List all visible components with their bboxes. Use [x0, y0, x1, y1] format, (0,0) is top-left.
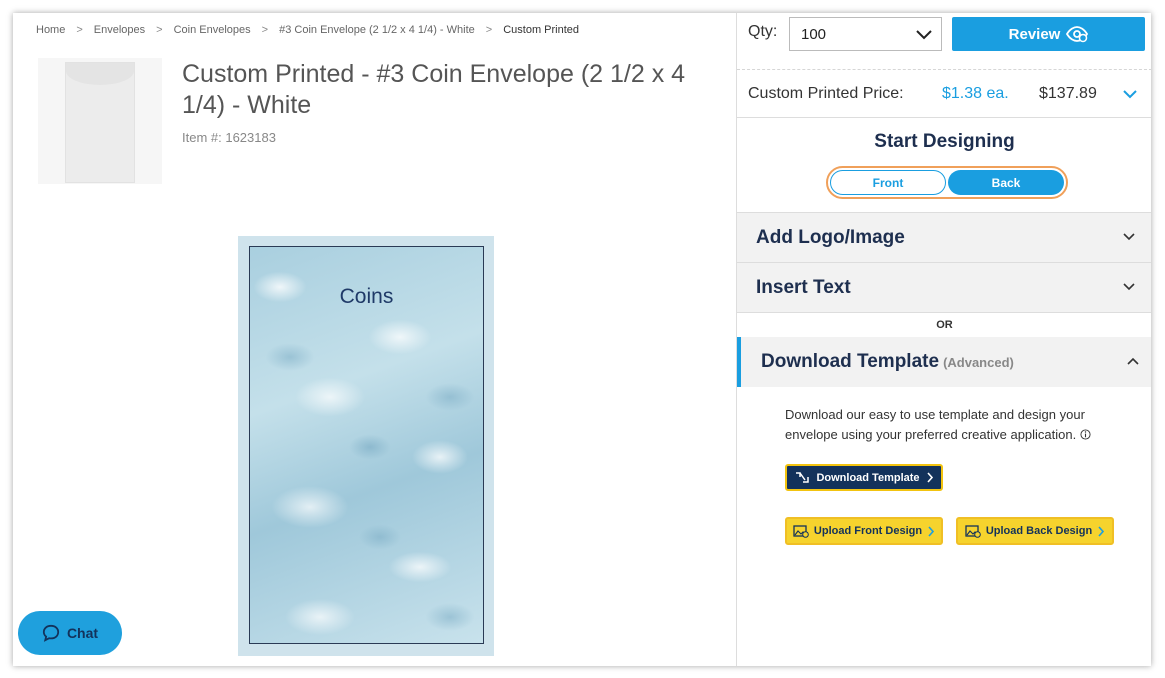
download-icon [796, 471, 810, 483]
chat-label: Chat [66, 625, 99, 641]
breadcrumb-separator: > [76, 24, 83, 36]
chevron-down-icon [916, 30, 932, 40]
download-template-button[interactable]: Download Template [785, 464, 943, 491]
review-label: Review [1008, 25, 1061, 43]
breadcrumb-envelopes[interactable]: Envelopes [94, 24, 145, 36]
envelope-preview-canvas[interactable]: Coins [249, 246, 484, 644]
quantity-select[interactable]: 100 [789, 17, 942, 51]
add-logo-label: Add Logo/Image [756, 227, 905, 248]
breadcrumb-separator: > [485, 24, 493, 36]
chevron-right-icon [1098, 525, 1105, 537]
preview-text[interactable]: Coins [250, 285, 483, 309]
product-title: Custom Printed - #3 Coin Envelope (2 1/2… [182, 60, 686, 119]
chat-bubble-icon [42, 624, 60, 642]
design-preview: Coins [238, 236, 494, 656]
start-designing-title: Start Designing [874, 131, 1015, 152]
price-each: $1.38 ea. [942, 85, 1009, 102]
qty-label: Qty: [748, 23, 778, 40]
price-total: $137.89 [1039, 85, 1097, 102]
download-template-heading: Download Template (Advanced) [761, 351, 1014, 373]
product-thumbnail[interactable] [38, 58, 162, 184]
upload-back-label: Upload Back Design [985, 525, 1093, 537]
add-logo-section[interactable]: Add Logo/Image [737, 212, 1151, 262]
download-template-label: Download Template [761, 351, 940, 372]
image-upload-icon [793, 525, 809, 538]
advanced-note: (Advanced) [943, 355, 1014, 370]
breadcrumb: Home > Envelopes > Coin Envelopes > #3 C… [36, 24, 579, 36]
image-upload-icon [965, 525, 981, 538]
front-side-button[interactable]: Front [830, 170, 946, 195]
breadcrumb-coin-envelopes[interactable]: Coin Envelopes [174, 24, 251, 36]
info-icon[interactable] [1080, 429, 1091, 440]
upload-front-design-button[interactable]: Upload Front Design [785, 517, 943, 545]
breadcrumb-separator: > [156, 24, 163, 36]
envelope-flap [66, 63, 134, 85]
download-template-button-label: Download Template [816, 471, 920, 484]
download-template-section[interactable]: Download Template (Advanced) [737, 337, 1151, 387]
envelope-image [65, 62, 135, 183]
chevron-down-icon [1123, 283, 1135, 291]
design-sidebar: Qty: 100 Review Custom Printed Price: $1… [736, 13, 1151, 666]
side-toggle: Front Back [826, 166, 1068, 199]
or-divider: OR [737, 312, 1151, 337]
product-pane: Home > Envelopes > Coin Envelopes > #3 C… [13, 13, 736, 666]
chat-button[interactable]: Chat [18, 611, 122, 655]
page-frame: Home > Envelopes > Coin Envelopes > #3 C… [13, 13, 1151, 666]
chevron-up-icon [1127, 357, 1139, 365]
chevron-down-icon[interactable] [1121, 86, 1139, 102]
price-row[interactable]: Custom Printed Price: $1.38 ea. $137.89 [737, 69, 1151, 117]
breadcrumb-product[interactable]: #3 Coin Envelope (2 1/2 x 4 1/4) - White [279, 24, 475, 36]
template-description-text: Download our easy to use template and de… [785, 407, 1085, 442]
breadcrumb-separator: > [261, 24, 269, 36]
review-button[interactable]: Review [952, 17, 1145, 51]
item-number: Item #: 1623183 [182, 130, 276, 145]
chevron-right-icon [928, 525, 935, 537]
insert-text-section[interactable]: Insert Text [737, 262, 1151, 312]
breadcrumb-home[interactable]: Home [36, 24, 65, 36]
insert-text-label: Insert Text [756, 277, 851, 298]
upload-back-design-button[interactable]: Upload Back Design [956, 517, 1114, 545]
start-designing-panel: Start Designing Front Back [737, 117, 1151, 212]
upload-front-label: Upload Front Design [813, 525, 923, 537]
chevron-right-icon [926, 472, 933, 483]
quantity-value: 100 [801, 26, 827, 43]
template-description: Download our easy to use template and de… [785, 405, 1125, 445]
eye-icon [1066, 26, 1089, 43]
price-label: Custom Printed Price: [748, 85, 904, 102]
breadcrumb-current: Custom Printed [503, 24, 580, 36]
back-side-button[interactable]: Back [948, 170, 1064, 195]
chevron-down-icon [1123, 233, 1135, 241]
